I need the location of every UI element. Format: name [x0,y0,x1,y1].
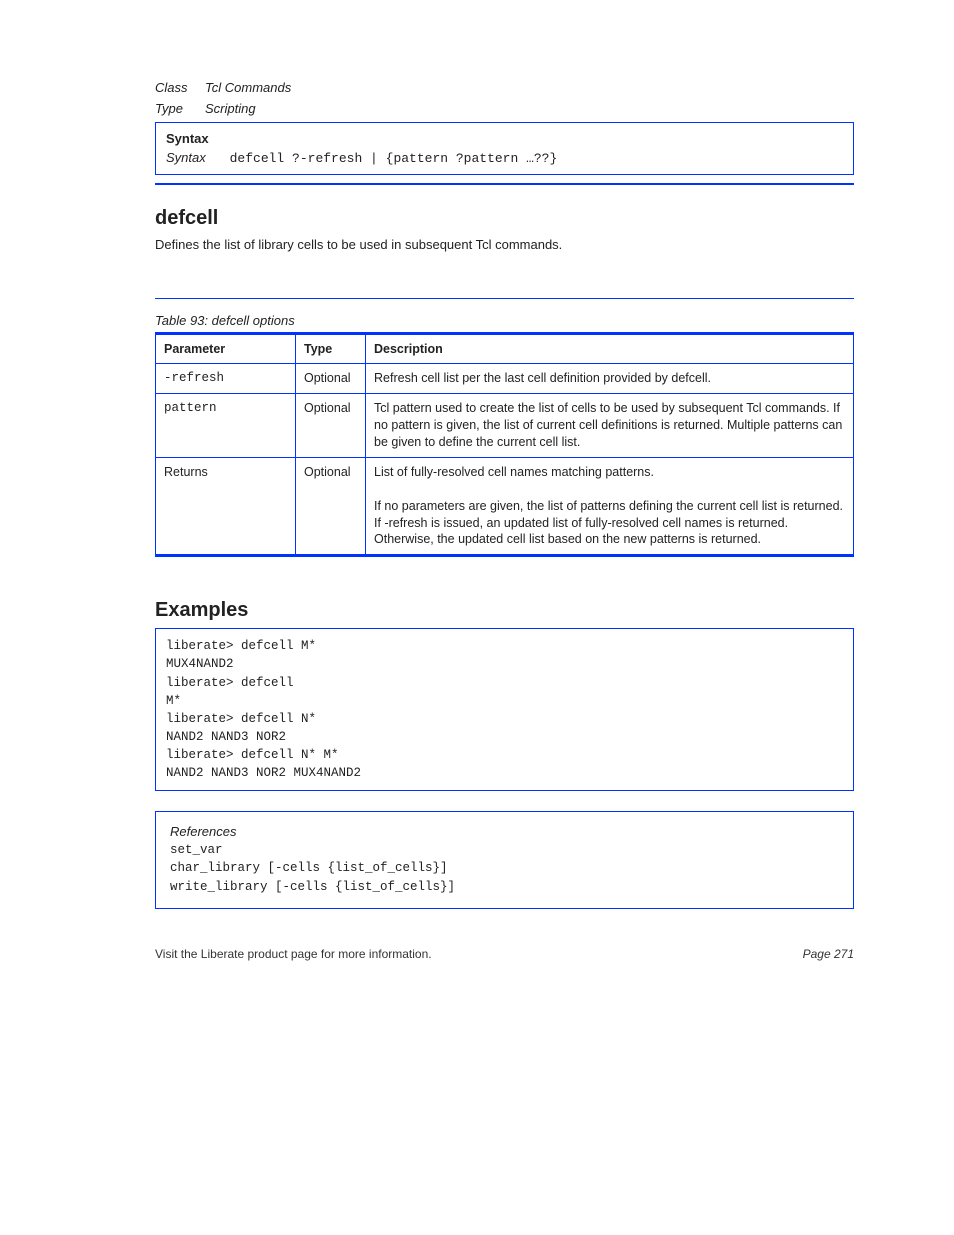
references-code: set_var char_library [-cells {list_of_ce… [170,841,839,895]
divider-mid [155,298,854,299]
header-class-label: Class [155,80,205,95]
examples-code: liberate> defcell M* MUX4NAND2 liberate>… [166,637,843,782]
th-parameter: Parameter [156,333,296,364]
options-table: Parameter Type Description -refresh Opti… [155,332,854,558]
syntax-code: defcell ?-refresh | {pattern ?pattern …?… [230,151,558,166]
header-class: Class Tcl Commands [155,80,854,95]
footer-right: Page 271 [803,947,854,961]
cell-type: Optional [296,394,366,458]
table-row: Returns Optional List of fully-resolved … [156,457,854,555]
section-para-defcell: Defines the list of library cells to be … [155,236,854,254]
th-type: Type [296,333,366,364]
section-title-examples: Examples [155,599,854,622]
syntax-label: Syntax [166,150,226,165]
syntax-box: Syntax Syntax defcell ?-refresh | {patte… [155,122,854,175]
table-row: pattern Optional Tcl pattern used to cre… [156,394,854,458]
cell-type: Optional [296,457,366,555]
cell-desc: Refresh cell list per the last cell defi… [366,364,854,394]
header-type: Type Scripting [155,101,854,116]
cell-desc-line0: List of fully-resolved cell names matchi… [374,465,654,479]
table-caption: Table 93: defcell options [155,313,854,328]
cell-param: pattern [156,394,296,458]
cell-param: Returns [156,457,296,555]
syntax-box-title: Syntax [166,131,209,146]
footer-left: Visit the Liberate product page for more… [155,947,432,961]
examples-box: liberate> defcell M* MUX4NAND2 liberate>… [155,628,854,791]
cell-desc-line1: If no parameters are given, the list of … [374,499,843,547]
section-title-defcell: defcell [155,207,854,230]
cell-desc: Tcl pattern used to create the list of c… [366,394,854,458]
cell-type: Optional [296,364,366,394]
cell-desc: List of fully-resolved cell names matchi… [366,457,854,555]
references-label: References [170,824,839,839]
page-footer: Visit the Liberate product page for more… [155,947,854,961]
header-class-value: Tcl Commands [205,80,291,95]
divider-top [155,183,854,185]
header-type-label: Type [155,101,205,116]
header-type-value: Scripting [205,101,256,116]
references-box: References set_var char_library [-cells … [155,811,854,908]
th-description: Description [366,333,854,364]
cell-param: -refresh [156,364,296,394]
table-header-row: Parameter Type Description [156,333,854,364]
table-row: -refresh Optional Refresh cell list per … [156,364,854,394]
